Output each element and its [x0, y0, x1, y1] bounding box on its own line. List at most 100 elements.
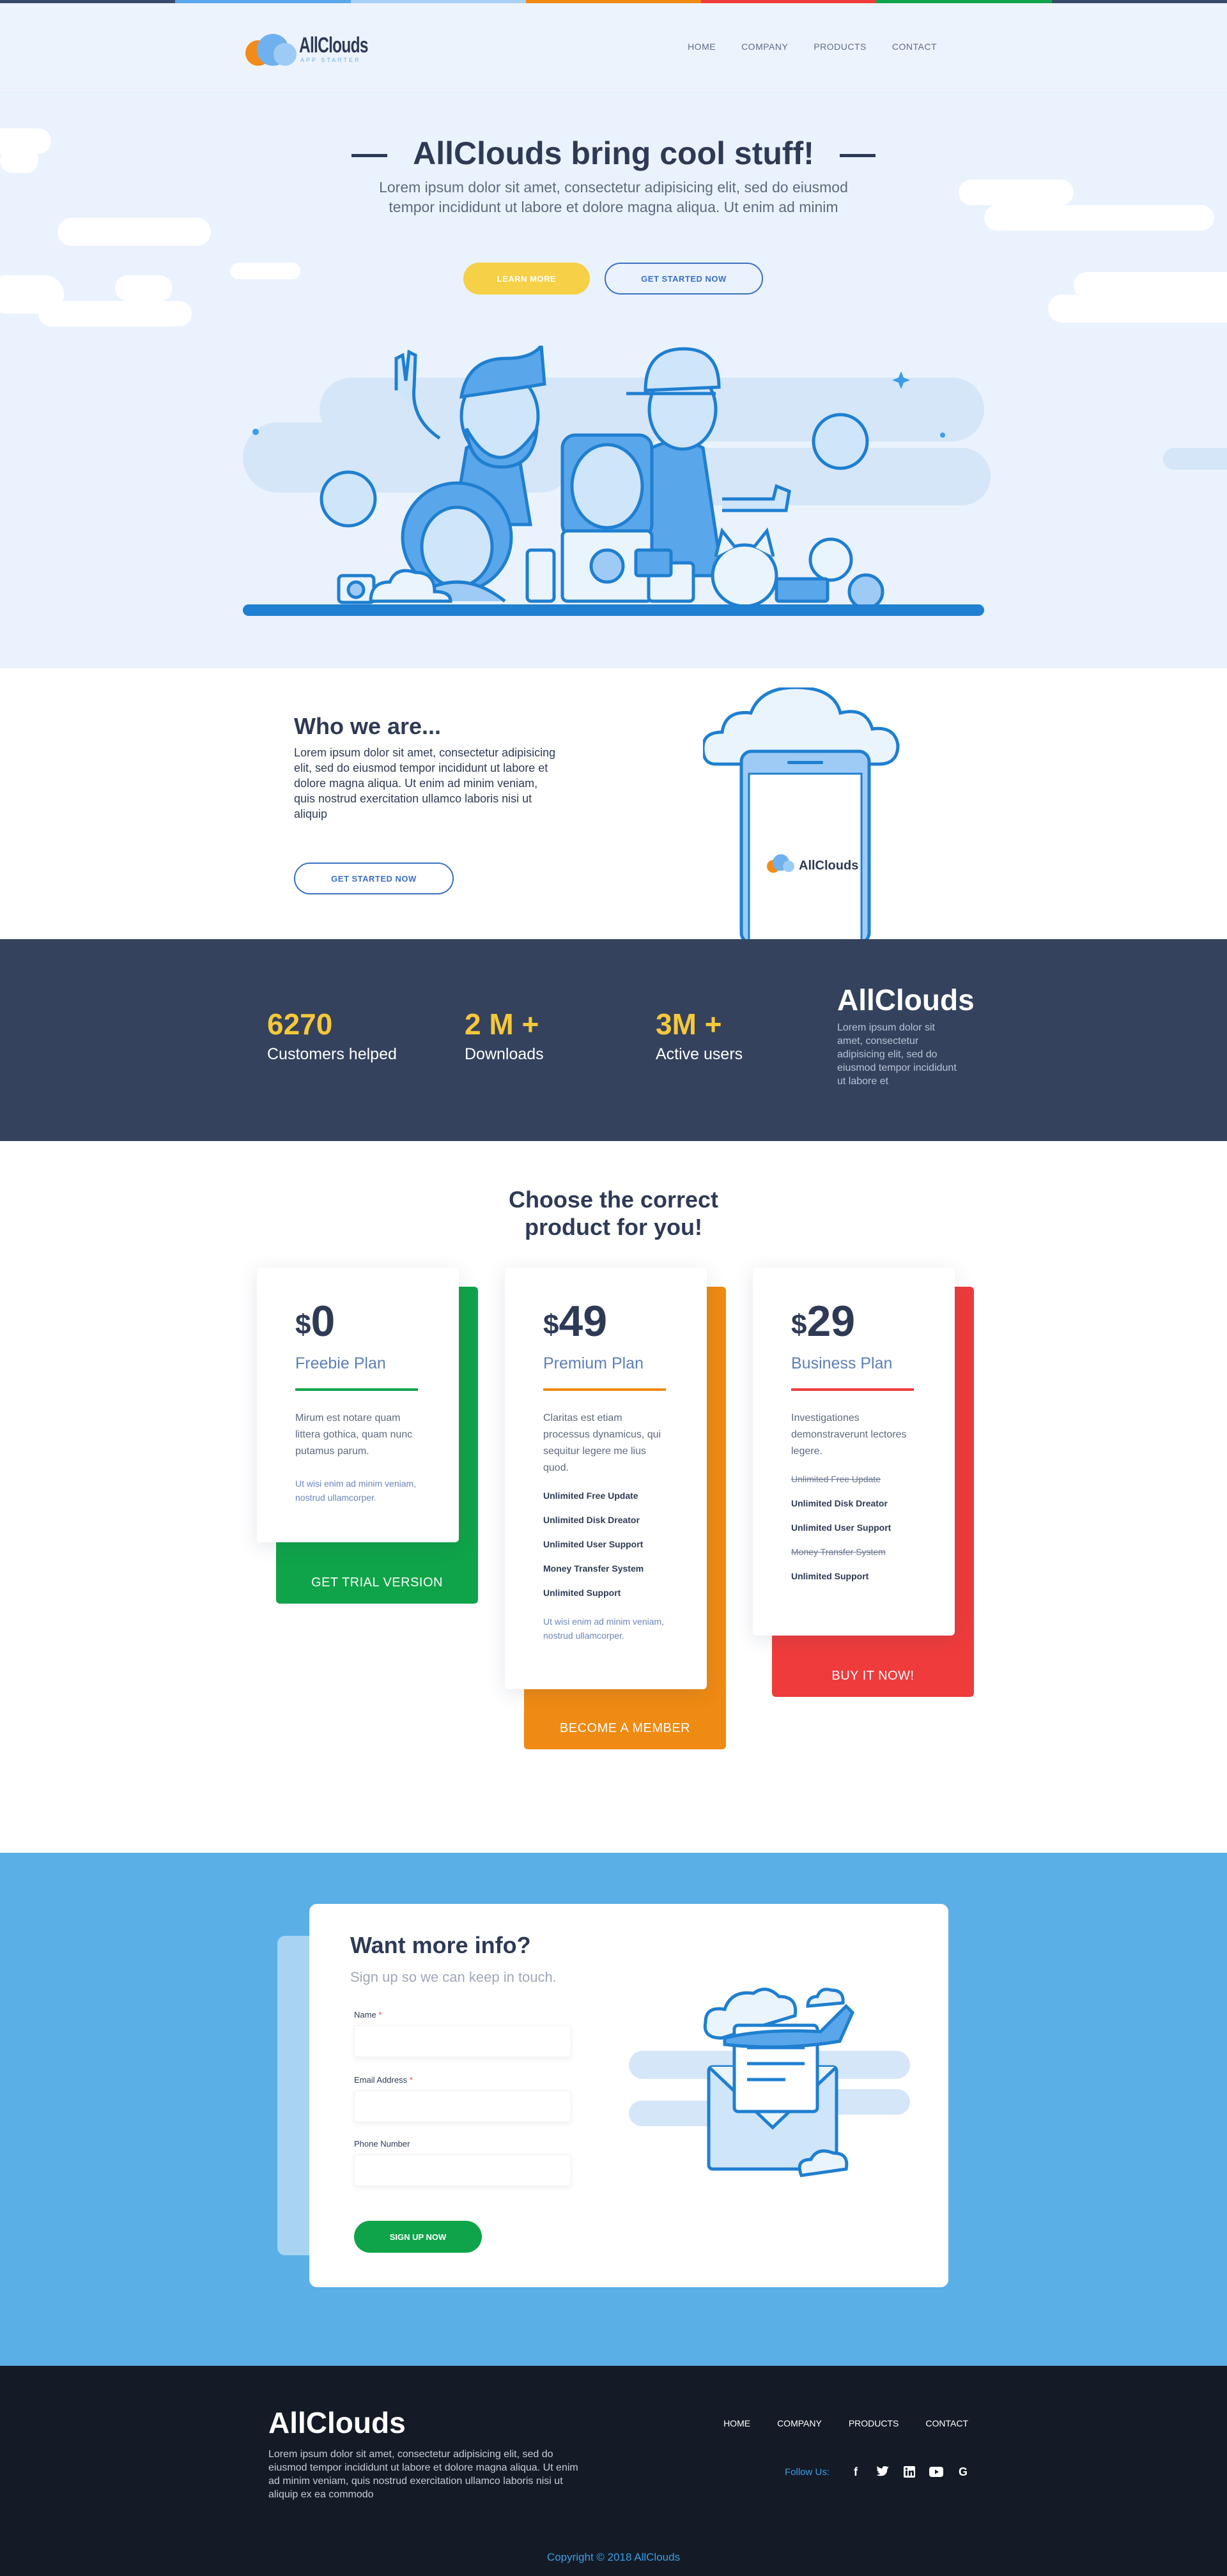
logo-tagline: APP STARTER — [300, 57, 361, 63]
logo-cloud-icon — [245, 29, 297, 66]
contact-section: Want more info? Sign up so we can keep i… — [0, 1853, 1227, 2366]
nav-products[interactable]: PRODUCTS — [814, 42, 867, 52]
site-header: AllClouds APP STARTER HOME COMPANY PRODU… — [0, 3, 1227, 89]
footer-nav-company[interactable]: COMPANY — [777, 2418, 822, 2428]
who-get-started-button[interactable]: GET STARTED NOW — [294, 862, 454, 894]
nav-contact[interactable]: CONTACT — [892, 42, 937, 52]
plan-price: $49 — [543, 1297, 608, 1346]
decor-cloud — [1074, 272, 1227, 298]
phone-label: Phone Number — [354, 2139, 410, 2149]
become-member-button[interactable]: BECOME A MEMBER — [524, 1707, 726, 1749]
decor-cloud — [58, 218, 211, 246]
plan-name: Premium Plan — [543, 1354, 644, 1372]
email-field[interactable] — [354, 2090, 571, 2122]
stat-downloads: 2 M + Downloads — [465, 1009, 544, 1064]
stat-label: Active users — [656, 1045, 743, 1063]
plan-price: $29 — [791, 1297, 856, 1346]
get-started-button[interactable]: GET STARTED NOW — [605, 263, 763, 295]
plan-name: Business Plan — [791, 1354, 893, 1372]
stats-description: Lorem ipsum dolor sit amet, consectetur … — [837, 1022, 957, 1087]
stat-label: Downloads — [465, 1045, 544, 1063]
stat-number: 6270 — [267, 1008, 333, 1041]
business-plan-card: $29 Business Plan Investigationes demons… — [753, 1268, 955, 1636]
stat-customers: 6270 Customers helped — [267, 1009, 397, 1064]
learn-more-button[interactable]: LEARN MORE — [463, 263, 590, 295]
buy-it-now-button[interactable]: BUY IT NOW! — [772, 1655, 974, 1697]
premium-plan-card: $49 Premium Plan Claritas est etiam proc… — [505, 1268, 707, 1689]
stat-active-users: 3M + Active users — [656, 1009, 743, 1064]
logo[interactable]: AllClouds APP STARTER — [245, 29, 395, 66]
plan-name: Freebie Plan — [295, 1354, 386, 1372]
plan-description: Claritas est etiam processus dynamicus, … — [543, 1413, 661, 1473]
nav-company[interactable]: COMPANY — [741, 42, 788, 52]
name-label: Name * — [354, 2010, 382, 2020]
footer-nav-home[interactable]: HOME — [723, 2418, 750, 2428]
social-links: f G — [847, 2463, 972, 2481]
plan-feature: Unlimited Disk Dreator — [543, 1515, 640, 1525]
nav-home[interactable]: HOME — [688, 42, 716, 52]
get-trial-button[interactable]: GET TRIAL VERSION — [276, 1561, 478, 1604]
plan-description: Investigationes demonstraverunt lectores… — [791, 1413, 907, 1457]
pricing-section: Choose the correct product for you! GET T… — [0, 1141, 1227, 1853]
youtube-icon[interactable] — [927, 2463, 945, 2481]
plan-feature: Money Transfer System — [543, 1563, 644, 1574]
decor-cloud — [115, 275, 173, 301]
who-we-are-section: Who we are... Lorem ipsum dolor sit amet… — [0, 668, 1227, 939]
plan-feature: Unlimited Support — [543, 1588, 621, 1598]
plan-rule — [295, 1388, 418, 1391]
footer-brand: AllClouds — [268, 2406, 406, 2439]
who-text: Lorem ipsum dolor sit amet, consectetur … — [294, 746, 556, 820]
hero-title: AllClouds bring cool stuff! — [0, 135, 1227, 172]
hero-section: AllClouds bring cool stuff! Lorem ipsum … — [0, 90, 1227, 668]
name-field[interactable] — [354, 2025, 571, 2057]
plan-feature: Unlimited Support — [791, 1571, 869, 1581]
linkedin-icon[interactable] — [900, 2463, 918, 2481]
copyright: Copyright © 2018 AllClouds — [546, 2551, 681, 2563]
stats-section: 6270 Customers helped 2 M + Downloads 3M… — [0, 939, 1227, 1141]
plan-feature: Unlimited Disk Dreator — [791, 1498, 888, 1508]
plan-feature-unavailable: Unlimited Free Update — [791, 1474, 881, 1484]
stat-label: Customers helped — [267, 1045, 397, 1063]
decor-cloud — [38, 301, 192, 326]
footer-nav: HOME COMPANY PRODUCTS CONTACT — [697, 2418, 968, 2428]
facebook-icon[interactable]: f — [847, 2463, 865, 2481]
sign-up-button[interactable]: SIGN UP NOW — [354, 2221, 482, 2253]
footer-nav-products[interactable]: PRODUCTS — [849, 2418, 899, 2428]
team-illustration — [243, 346, 991, 616]
signup-title: Want more info? — [350, 1932, 531, 1958]
plan-feature-unavailable: Money Transfer System — [791, 1547, 886, 1557]
hero-subtitle: Lorem ipsum dolor sit amet, consectetur … — [379, 179, 848, 215]
phone-field[interactable] — [354, 2154, 571, 2186]
plan-price: $0 — [295, 1297, 336, 1346]
decor-cloud — [230, 263, 300, 279]
site-footer: AllClouds Lorem ipsum dolor sit amet, co… — [0, 2366, 1227, 2576]
twitter-icon[interactable] — [874, 2463, 891, 2481]
plan-note: Ut wisi enim ad minim veniam, nostrud ul… — [543, 1616, 665, 1641]
decor-cloud — [984, 205, 1214, 231]
footer-nav-contact[interactable]: CONTACT — [925, 2418, 968, 2428]
phone-logo-text: AllClouds — [799, 859, 858, 873]
plan-note: Ut wisi enim ad minim veniam, nostrud ul… — [295, 1478, 417, 1503]
stat-number: 2 M + — [465, 1008, 539, 1041]
who-title: Who we are... — [294, 713, 442, 739]
pricing-title: Choose the correct product for you! — [508, 1186, 719, 1240]
signup-card: Want more info? Sign up so we can keep i… — [309, 1904, 948, 2287]
phone-illustration: AllClouds — [703, 687, 900, 939]
plan-description: Mirum est notare quam littera gothica, q… — [295, 1413, 413, 1457]
plan-feature: Unlimited Free Update — [543, 1491, 638, 1501]
footer-description: Lorem ipsum dolor sit amet, consectetur … — [268, 2449, 578, 2500]
mail-illustration — [629, 1988, 910, 2177]
decor-cloud — [1048, 295, 1227, 323]
logo-name: AllClouds — [299, 33, 368, 57]
google-icon[interactable]: G — [954, 2463, 972, 2481]
plan-feature: Unlimited User Support — [543, 1539, 644, 1549]
plan-rule — [791, 1388, 914, 1391]
decor-cloud — [959, 180, 1074, 205]
freebie-plan-card: $0 Freebie Plan Mirum est notare quam li… — [257, 1268, 459, 1542]
main-nav: HOME COMPANY PRODUCTS CONTACT — [662, 42, 937, 52]
email-label: Email Address * — [354, 2075, 413, 2085]
stats-brand: AllClouds — [837, 983, 975, 1016]
plan-rule — [543, 1388, 666, 1391]
signup-subtitle: Sign up so we can keep in touch. — [350, 1969, 557, 1985]
decor-cloud — [1163, 448, 1227, 470]
